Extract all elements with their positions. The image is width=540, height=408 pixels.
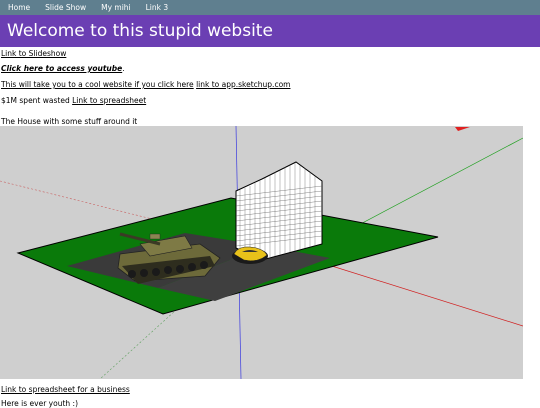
slideshow-link[interactable]: Link to Slideshow <box>1 49 66 58</box>
page-title: Welcome to this stupid website <box>7 21 273 41</box>
youtube-suffix: . <box>122 64 125 73</box>
business-spreadsheet-link[interactable]: Link to spreadsheet for a business <box>1 385 130 394</box>
youtube-link[interactable]: Click here to access youtube <box>1 64 122 73</box>
house-caption: The House with some stuff around it <box>1 117 138 126</box>
sketchup-link[interactable]: link to app.sketchup.com <box>196 80 290 89</box>
top-nav: Home Slide Show My mihi Link 3 <box>0 0 540 15</box>
cool-website-line: This will take you to a cool website if … <box>1 80 290 89</box>
page-banner: Welcome to this stupid website <box>0 15 540 47</box>
house <box>235 161 323 261</box>
slideshow-line: Link to Slideshow <box>1 49 66 58</box>
spreadsheet-link[interactable]: Link to spreadsheet <box>72 96 146 105</box>
nav-home[interactable]: Home <box>8 3 30 12</box>
cool-website-link[interactable]: This will take you to a cool website if … <box>1 80 194 89</box>
house-scene-image <box>0 126 523 379</box>
bottom-text: Here is ever youth :) <box>1 399 78 408</box>
red-marker-icon <box>455 127 470 131</box>
youtube-line: Click here to access youtube. <box>1 64 125 73</box>
sketchup-render <box>0 126 523 379</box>
wasted-text: $1M spent wasted <box>1 96 70 105</box>
business-line: Link to spreadsheet for a business <box>1 385 130 394</box>
nav-my-mihi[interactable]: My mihi <box>101 3 131 12</box>
nav-slide-show[interactable]: Slide Show <box>45 3 86 12</box>
nav-link-3[interactable]: Link 3 <box>146 3 169 12</box>
wasted-line: $1M spent wasted Link to spreadsheet <box>1 96 146 105</box>
